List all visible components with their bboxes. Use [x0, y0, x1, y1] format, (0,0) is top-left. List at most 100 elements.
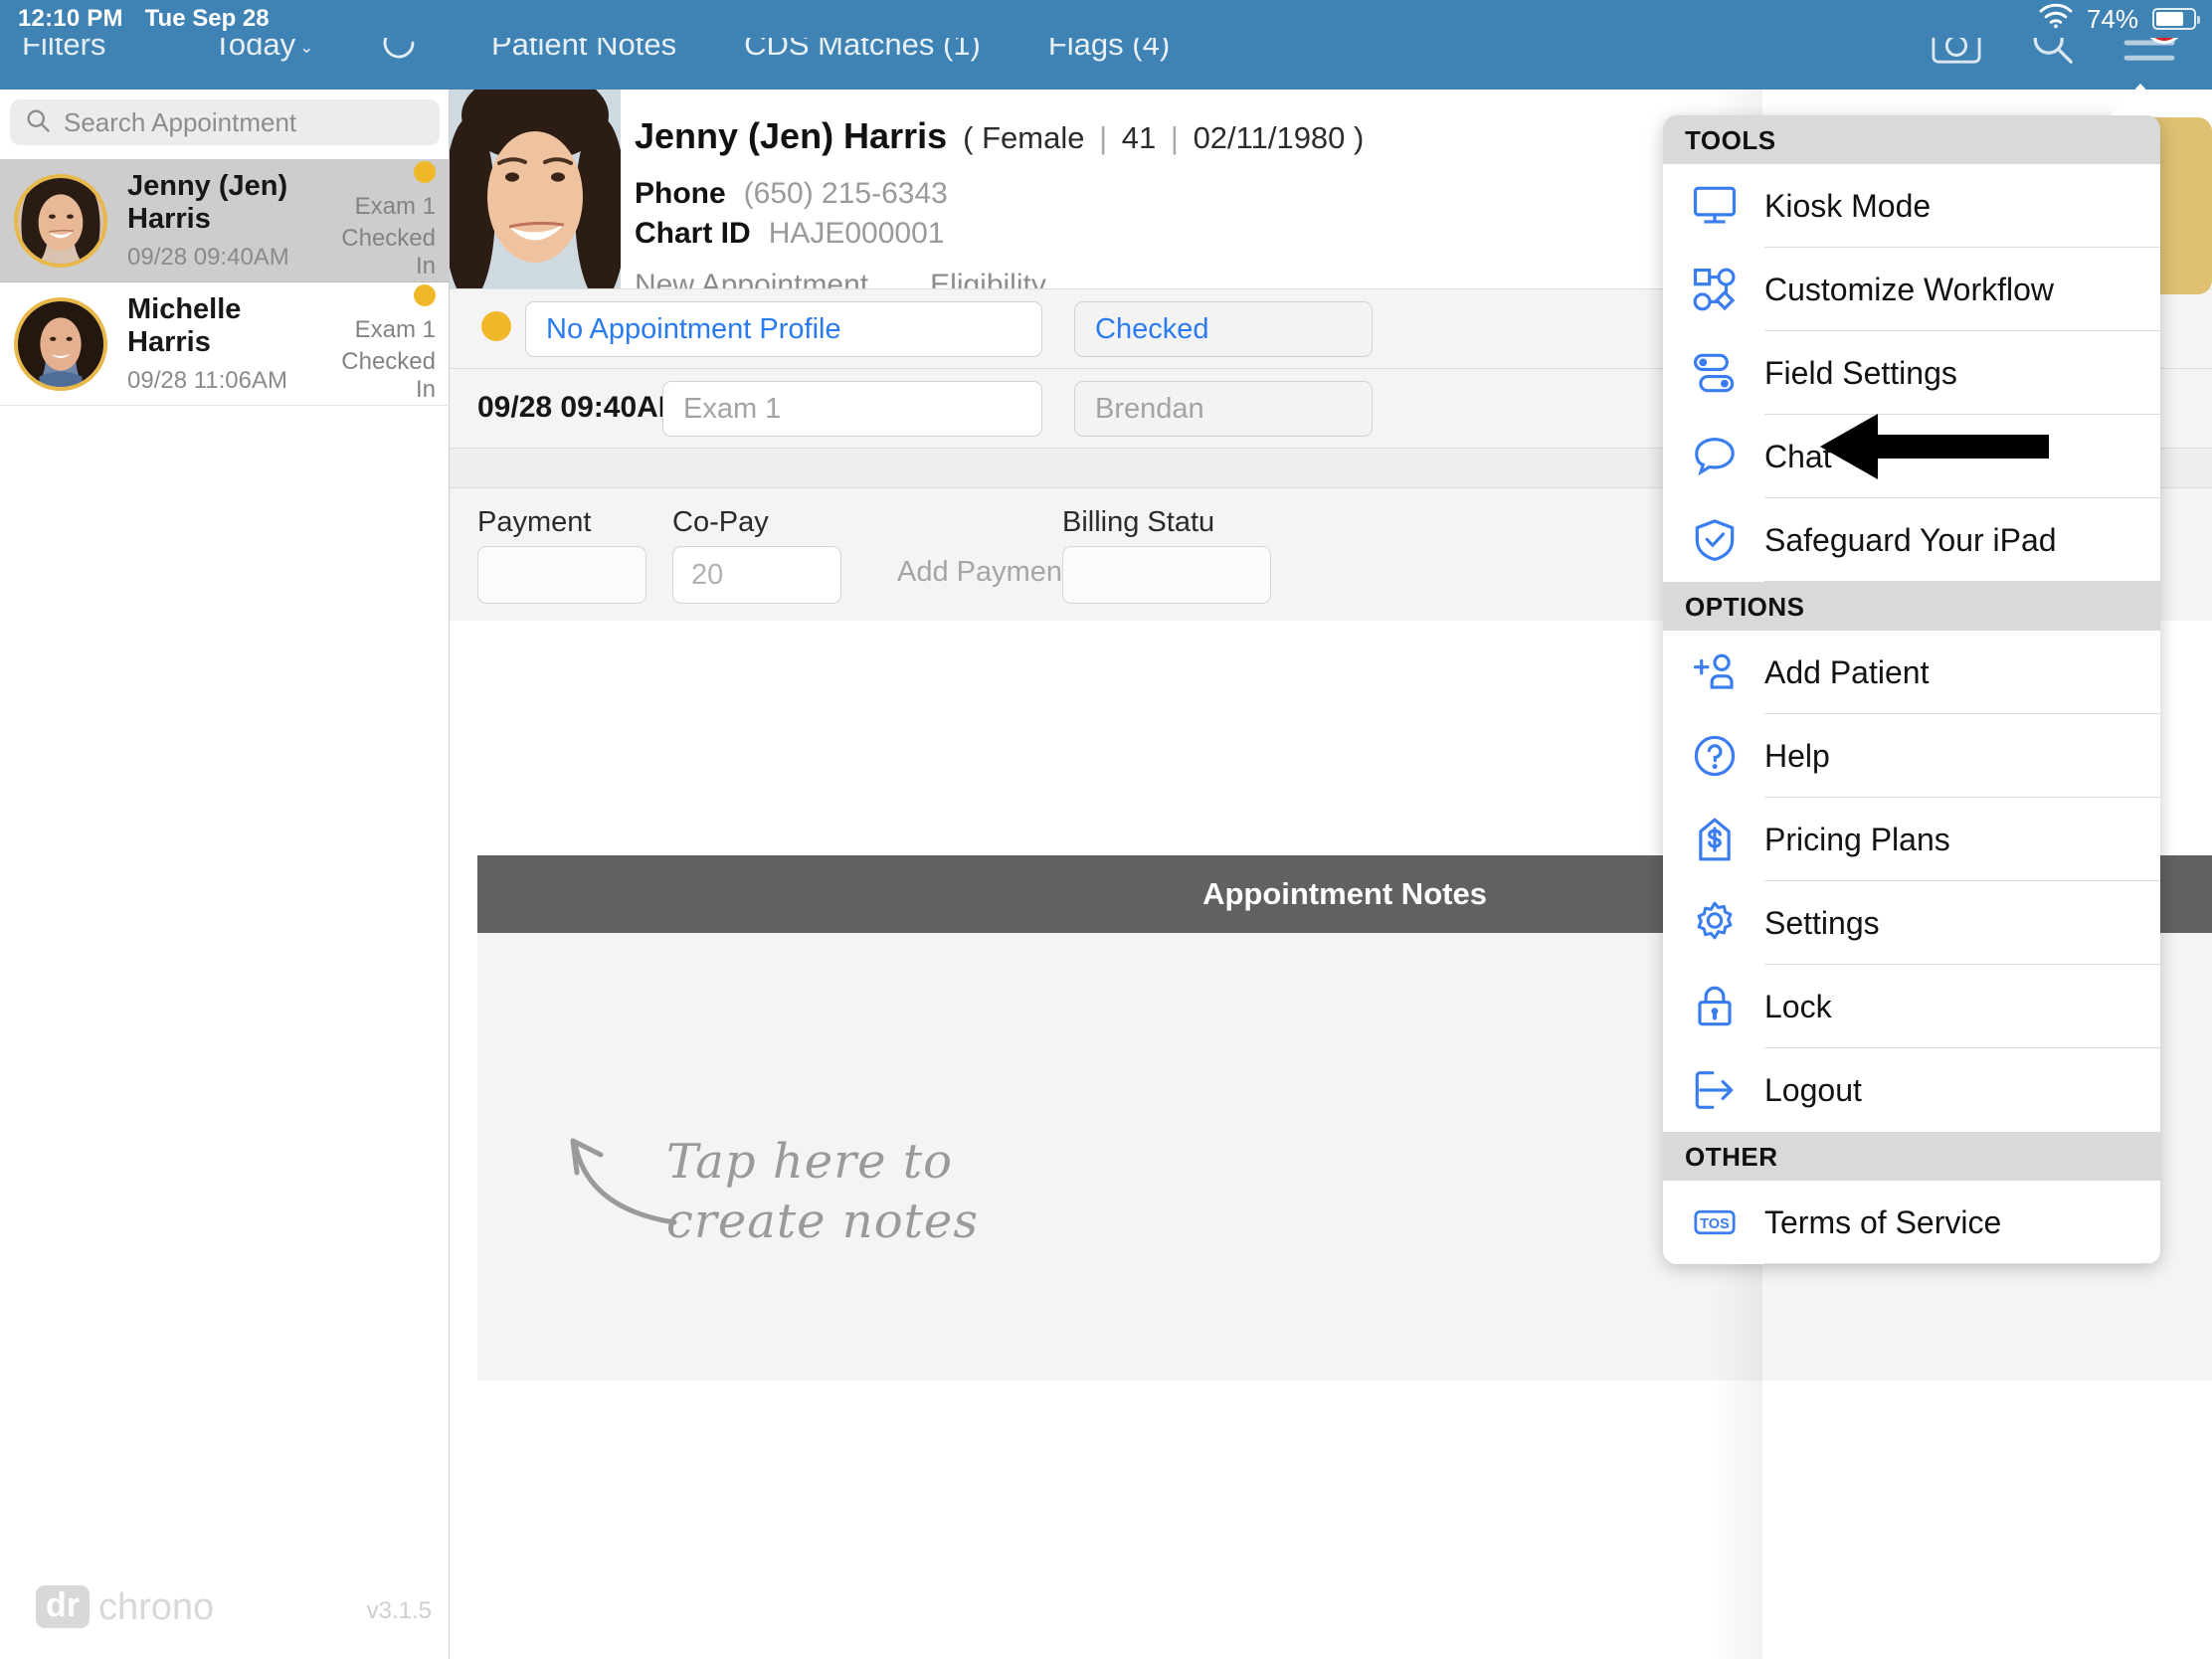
chevron-down-icon: ⌄ — [299, 38, 314, 57]
appointment-datetime: 09/28 09:40AM — [477, 391, 683, 424]
menu-item-safeguard-your-ipad[interactable]: Safeguard Your iPad — [1663, 498, 2160, 582]
list-item[interactable]: Jenny (Jen) Harris 09/28 09:40AM Exam 1 … — [0, 159, 450, 282]
menu-section-tools-header: TOOLS — [1663, 115, 2160, 164]
tos-icon: TOS — [1685, 1199, 1745, 1245]
payment-field[interactable] — [477, 546, 646, 604]
phone-label: Phone — [635, 177, 726, 210]
menu-item-label: Logout — [1764, 1071, 1862, 1108]
app-version: v3.1.5 — [366, 1597, 432, 1624]
page-title: Jenny (Jen) Harris — [635, 115, 948, 156]
monitor-icon — [1685, 183, 1745, 229]
menu-item-label: Help — [1764, 737, 1830, 774]
status-time: 12:10 PM — [18, 5, 123, 32]
paren-open: ( — [963, 120, 974, 155]
logo-badge: dr — [36, 1585, 90, 1628]
search-icon — [24, 106, 52, 139]
menu-item-logout[interactable]: Logout — [1663, 1048, 2160, 1132]
menu-section-other-header: OTHER — [1663, 1132, 2160, 1181]
divider: | — [1170, 120, 1179, 155]
logout-arrow-icon — [1685, 1067, 1745, 1113]
shield-check-icon — [1685, 517, 1745, 563]
patient-name-row: Jenny (Jen) Harris ( Female | 41 | 02/11… — [635, 115, 1364, 157]
appointment-list: Jenny (Jen) Harris 09/28 09:40AM Exam 1 … — [0, 159, 450, 406]
appointment-profile-select[interactable]: No Appointment Profile — [525, 301, 1042, 357]
menu-item-field-settings[interactable]: Field Settings — [1663, 331, 2160, 415]
menu-item-label: Customize Workflow — [1764, 271, 2055, 307]
menu-item-settings[interactable]: Settings — [1663, 881, 2160, 965]
menu-item-label: Lock — [1764, 988, 1832, 1024]
status-date: Tue Sep 28 — [144, 5, 270, 32]
exam-room-field[interactable]: Exam 1 — [662, 381, 1042, 437]
notes-hint-line2: create notes — [666, 1194, 979, 1249]
list-item-exam: Exam 1 — [354, 315, 436, 343]
menu-section-options-header: OPTIONS — [1663, 582, 2160, 631]
tools-dropdown-menu: TOOLS Kiosk Mode Customize Workflow Fiel… — [1663, 115, 2160, 1264]
status-dot — [414, 283, 436, 306]
list-item-status: Checked In — [341, 224, 436, 279]
chart-id-label: Chart ID — [635, 217, 751, 250]
appointment-status-select[interactable]: Checked — [1074, 301, 1373, 357]
workflow-nodes-icon — [1685, 267, 1745, 312]
menu-item-label: Safeguard Your iPad — [1764, 521, 2057, 558]
battery-icon — [2152, 8, 2200, 30]
ios-status-bar: 12:10 PM Tue Sep 28 74% — [0, 0, 2212, 38]
list-item-time: 09/28 11:06AM — [127, 366, 288, 394]
chart-id-value: HAJE000001 — [768, 217, 945, 250]
patient-age: 41 — [1121, 120, 1157, 155]
patient-photo[interactable] — [450, 90, 621, 288]
add-person-icon — [1685, 649, 1745, 695]
list-item-time: 09/28 09:40AM — [127, 243, 289, 271]
menu-item-terms-of-service[interactable]: TOS Terms of Service — [1663, 1181, 2160, 1264]
list-item[interactable]: Michelle Harris 09/28 11:06AM Exam 1 Che… — [0, 282, 450, 406]
sidebar-footer: dr chrono v3.1.5 — [0, 1573, 450, 1643]
menu-item-customize-workflow[interactable]: Customize Workflow — [1663, 248, 2160, 331]
menu-item-label: Pricing Plans — [1764, 821, 1950, 857]
gear-icon — [1685, 900, 1745, 946]
paren-close: ) — [1354, 120, 1365, 155]
logo-wordmark: chrono — [98, 1585, 215, 1628]
wifi-icon — [2039, 3, 2073, 36]
menu-item-label: Settings — [1764, 904, 1880, 941]
phone-value: (650) 215-6343 — [743, 177, 948, 210]
list-item-exam: Exam 1 — [354, 192, 436, 220]
add-payment-button[interactable]: Add Payment — [897, 556, 1070, 589]
copay-label: Co-Pay — [672, 506, 769, 538]
annotation-arrow-icon — [1820, 412, 2049, 486]
divider: | — [1099, 120, 1108, 155]
patient-dob: 02/11/1980 — [1193, 120, 1346, 155]
search-placeholder: Search Appointment — [64, 106, 297, 137]
menu-item-pricing-plans[interactable]: Pricing Plans — [1663, 798, 2160, 881]
toggle-switches-icon — [1685, 350, 1745, 396]
menu-item-kiosk-mode[interactable]: Kiosk Mode — [1663, 164, 2160, 248]
question-circle-icon — [1685, 733, 1745, 779]
list-item-status: Checked In — [341, 347, 436, 403]
appointment-sidebar: Filters Today ⌄ Search Appointment Jenny… — [0, 0, 450, 1659]
copay-field[interactable]: 20 — [672, 546, 841, 604]
search-appointment-field[interactable]: Search Appointment — [10, 99, 440, 145]
provider-field[interactable]: Brendan — [1074, 381, 1373, 437]
menu-item-label: Add Patient — [1764, 653, 1930, 690]
menu-item-lock[interactable]: Lock — [1663, 965, 2160, 1048]
patient-chart-row: Chart ID HAJE000001 — [635, 217, 944, 251]
billing-status-field[interactable] — [1062, 546, 1271, 604]
status-dot — [481, 311, 511, 341]
avatar — [14, 296, 107, 391]
list-item-name: Jenny (Jen) Harris — [127, 169, 288, 235]
menu-item-label: Terms of Service — [1764, 1203, 2002, 1240]
drchrono-logo: dr chrono — [36, 1585, 214, 1628]
lock-icon — [1685, 984, 1745, 1029]
menu-item-add-patient[interactable]: Add Patient — [1663, 631, 2160, 714]
billing-status-label: Billing Statu — [1062, 506, 1215, 538]
price-tag-dollar-icon — [1685, 817, 1745, 862]
battery-percent: 74% — [2086, 3, 2138, 34]
menu-item-label: Field Settings — [1764, 354, 1957, 391]
avatar — [14, 173, 107, 268]
status-dot — [414, 160, 436, 183]
menu-item-help[interactable]: Help — [1663, 714, 2160, 798]
notes-hint-line1: Tap here to — [666, 1134, 954, 1190]
menu-caret-icon — [2111, 84, 2170, 115]
patient-gender: Female — [982, 120, 1085, 155]
chat-bubble-icon — [1685, 434, 1745, 479]
payment-label: Payment — [477, 506, 592, 538]
notes-hint: Tap here to create notes — [666, 1132, 979, 1251]
